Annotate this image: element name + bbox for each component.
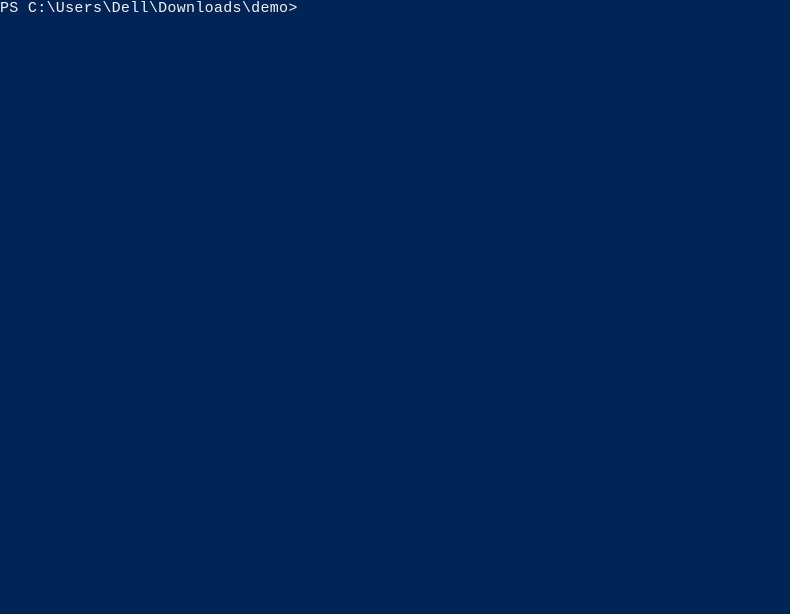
prompt-line: PS C:\Users\Dell\Downloads\demo> <box>0 0 790 17</box>
powershell-terminal[interactable]: PS C:\Users\Dell\Downloads\demo> <box>0 0 790 614</box>
prompt-text: PS C:\Users\Dell\Downloads\demo> <box>0 0 298 17</box>
command-input[interactable] <box>298 0 790 17</box>
